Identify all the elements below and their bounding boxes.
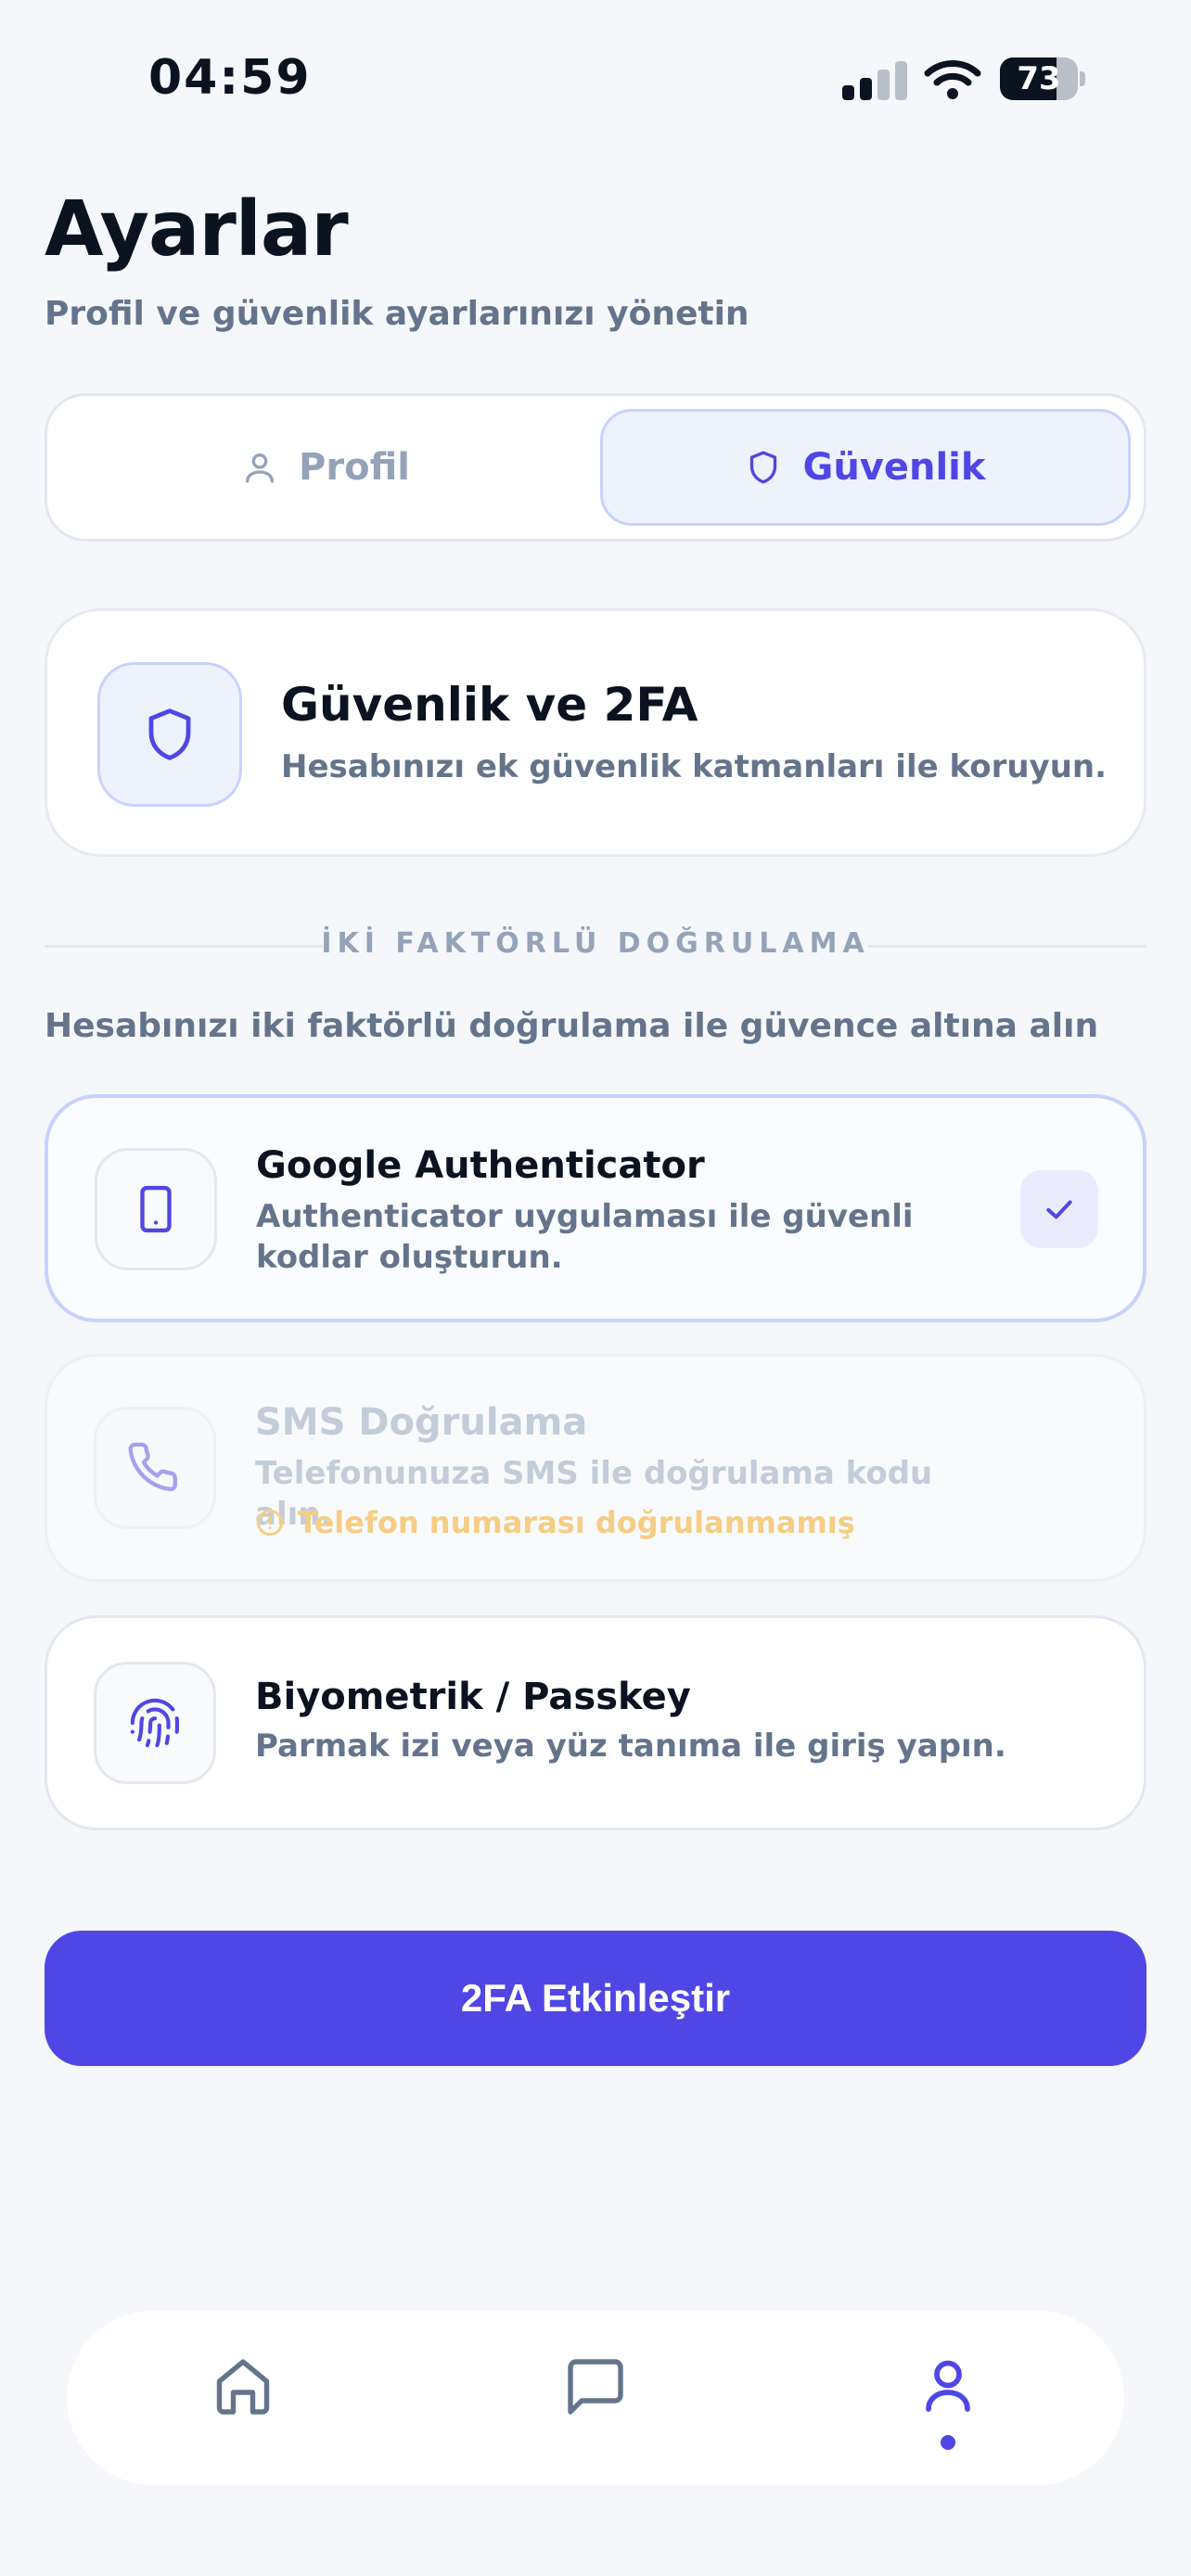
option-title: Google Authenticator [256,1144,705,1187]
alert-circle-icon [256,1509,284,1537]
check-icon [1046,1200,1072,1219]
cellular-signal-icon [842,59,907,100]
option-sms-verification[interactable]: SMS Doğrulama Telefonunuza SMS ile doğru… [45,1354,1146,1582]
option-google-authenticator[interactable]: Google Authenticator Authenticator uygul… [45,1094,1146,1322]
page-subtitle: Profil ve güvenlik ayarlarınızı yönetin [45,295,749,333]
home-icon [216,2359,270,2415]
tab-profile[interactable]: Profil [60,409,591,526]
phone-unverified-warning: Telefon numarası doğrulanmamış [255,1505,855,1540]
tablet-icon [140,1185,172,1233]
tab-security-label: Güvenlik [802,446,986,489]
status-bar: 04:59 73 [0,0,1191,158]
user-icon [246,453,275,483]
chat-icon [568,2359,623,2415]
settings-tabs: Profil Güvenlik [45,393,1146,542]
settings-screen: 04:59 73 Ayarlar Profil ve güvenlik ayar… [0,0,1191,2576]
enable-2fa-button[interactable]: 2FA Etkinleştir [45,1931,1146,2066]
shield-icon [750,451,777,484]
nav-profile[interactable] [892,2348,1004,2459]
phone-icon [128,1442,177,1492]
nav-messages[interactable] [540,2348,651,2459]
active-indicator [941,2435,955,2450]
nav-home[interactable] [187,2348,299,2459]
fingerprint-icon [130,1698,180,1748]
warning-text: Telefon numarası doğrulanmamış [298,1505,855,1540]
shield-icon [148,708,191,760]
option-description: Authenticator uygulaması ile güvenli kod… [256,1198,914,1276]
wifi-icon [924,60,981,99]
status-time: 04:59 [148,50,312,106]
option-biometric-passkey[interactable]: Biyometrik / Passkey Parmak izi veya yüz… [45,1615,1146,1830]
tab-security[interactable]: Güvenlik [600,409,1131,526]
tab-profile-label: Profil [299,446,410,489]
profile-icon [926,2360,970,2412]
security-card-title: Güvenlik ve 2FA [281,678,698,732]
security-summary-card: Güvenlik ve 2FA Hesabınızı ek güvenlik k… [45,608,1146,857]
section-description: Hesabınızı iki faktörlü doğrulama ile gü… [45,1007,1099,1045]
selected-checkbox[interactable] [1020,1170,1098,1248]
option-title: Biyometrik / Passkey [255,1676,691,1718]
page-title: Ayarlar [45,185,349,274]
security-card-icon-box [97,662,242,807]
battery-icon: 73 [1000,57,1085,100]
bottom-navigation [67,2311,1124,2485]
section-label: İKİ FAKTÖRLÜ DOĞRULAMA [321,927,870,960]
option-title: SMS Doğrulama [255,1401,588,1444]
security-card-description: Hesabınızı ek güvenlik katmanları ile ko… [281,748,1108,785]
option-description: Parmak izi veya yüz tanıma ile giriş yap… [255,1728,1006,1765]
battery-level: 73 [1017,60,1061,97]
